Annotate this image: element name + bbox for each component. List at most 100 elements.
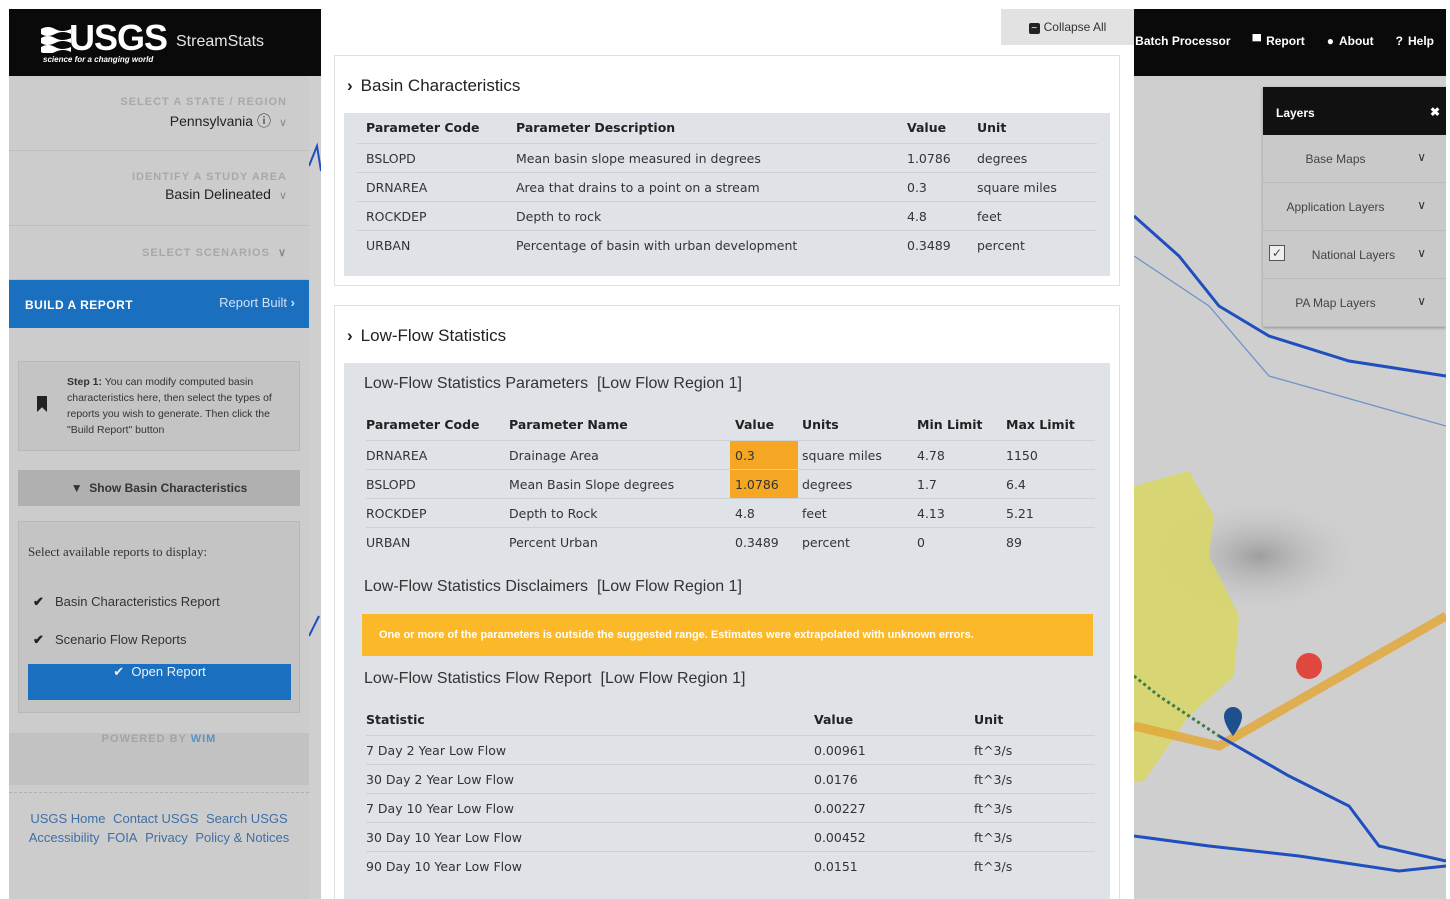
table-cell: 0.00452 xyxy=(814,830,866,845)
table-cell: 0.3489 xyxy=(907,238,951,253)
collapse-all-label: Collapse All xyxy=(1043,20,1107,34)
map-point-marker[interactable] xyxy=(1296,653,1322,679)
column-header: Statistic xyxy=(366,712,425,727)
study-area-value: Basin Delineated ∨ xyxy=(9,186,287,202)
table-cell: 1.0786 xyxy=(730,470,798,498)
layer-application[interactable]: Application Layers ∨ xyxy=(1263,183,1446,231)
chevron-down-icon: ▼ xyxy=(70,481,83,495)
table-cell: degrees xyxy=(977,151,1028,166)
table-cell: 0.0176 xyxy=(814,772,858,787)
bookmark-icon xyxy=(37,396,47,412)
column-header: Unit xyxy=(974,712,1004,727)
app-window: USGS science for a changing world Stream… xyxy=(9,9,1446,899)
stream-west-2 xyxy=(309,615,320,637)
nav-about-label: About xyxy=(1338,34,1374,48)
study-area-section[interactable]: IDENTIFY A STUDY AREA Basin Delineated ∨ xyxy=(9,151,309,226)
table-cell: BSLOPD xyxy=(366,477,416,492)
nav-about[interactable]: ● About xyxy=(1327,34,1374,48)
footer-link-search[interactable]: Search USGS xyxy=(206,811,288,826)
chevron-right-icon: › xyxy=(290,295,295,310)
study-area-label: IDENTIFY A STUDY AREA xyxy=(131,171,287,183)
report-option-basin[interactable]: ✔ Basin Characteristics Report xyxy=(33,594,220,610)
column-header: Value xyxy=(735,417,775,432)
column-header: Value xyxy=(814,712,854,727)
column-header: Parameter Code xyxy=(366,120,480,135)
disclaimers-subtitle: Low-Flow Statistics Disclaimers [Low Flo… xyxy=(364,578,742,596)
collapse-all-button[interactable]: − Collapse All xyxy=(1001,9,1134,45)
table-cell: Area that drains to a point on a stream xyxy=(516,180,760,195)
table-cell: feet xyxy=(977,209,1002,224)
table-cell: 6.4 xyxy=(1006,477,1026,492)
flow-report-subtitle: Low-Flow Statistics Flow Report [Low Flo… xyxy=(364,670,745,688)
table-cell: 5.21 xyxy=(1006,506,1034,521)
table-cell: 0.0151 xyxy=(814,859,858,874)
scenarios-label: SELECT SCENARIOS ∨ xyxy=(9,246,287,259)
column-header: Unit xyxy=(977,120,1007,135)
usgs-logo[interactable]: USGS science for a changing world xyxy=(41,17,168,65)
build-report-bar[interactable]: BUILD A REPORT Report Built › xyxy=(9,280,309,328)
params-region: [Low Flow Region 1] xyxy=(596,375,742,392)
stream-line-south xyxy=(1218,734,1446,863)
footer-link-foia[interactable]: FOIA xyxy=(107,830,137,845)
footer-link-usgs-home[interactable]: USGS Home xyxy=(30,811,105,826)
table-cell: Drainage Area xyxy=(509,448,599,463)
footer-link-privacy[interactable]: Privacy xyxy=(145,830,188,845)
table-cell: 1150 xyxy=(1006,448,1038,463)
wim-link[interactable]: WIM xyxy=(191,733,217,745)
column-header: Min Limit xyxy=(917,417,983,432)
chevron-down-icon: ∨ xyxy=(1417,294,1426,308)
powered-by-label: POWERED BY xyxy=(101,733,187,745)
range-warning: One or more of the parameters is outside… xyxy=(362,614,1093,656)
table-cell: URBAN xyxy=(366,238,411,253)
nav-batch-processor[interactable]: Batch Processor xyxy=(1135,34,1230,48)
footer-link-contact[interactable]: Contact USGS xyxy=(113,811,198,826)
table-row: ROCKDEP Depth to rock 4.8 feet xyxy=(357,201,1097,230)
logo-wordmark: USGS xyxy=(69,17,168,58)
basin-panel-header[interactable]: › Basin Characteristics xyxy=(347,76,520,96)
powered-by: POWERED BY WIM xyxy=(9,733,309,785)
layer-label: Base Maps xyxy=(1305,152,1366,166)
table-cell: Depth to Rock xyxy=(509,506,598,521)
nav-help[interactable]: ? Help xyxy=(1396,34,1434,48)
reports-title: Select available reports to display: xyxy=(28,544,208,559)
info-icon[interactable]: ⓘ xyxy=(257,113,271,129)
table-row: DRNAREA Drainage Area 0.3 square miles 4.78 1… xyxy=(366,440,1095,469)
select-state-section[interactable]: SELECT A STATE / REGION Pennsylvania ⓘ ∨ xyxy=(9,76,309,151)
table-cell: 7 Day 2 Year Low Flow xyxy=(366,743,507,758)
table-cell: 4.8 xyxy=(735,506,755,521)
check-circle-icon: ✔ xyxy=(113,664,125,679)
open-report-button[interactable]: ✔ Open Report xyxy=(28,664,291,700)
low-flow-panel-header[interactable]: › Low-Flow Statistics xyxy=(347,326,506,346)
step-instructions: Step 1: You can modify computed basin ch… xyxy=(18,361,300,451)
table-cell: square miles xyxy=(802,448,882,463)
footer-link-accessibility[interactable]: Accessibility xyxy=(29,830,100,845)
table-header-row: Statistic Value Unit xyxy=(366,705,1095,734)
report-option-scenario[interactable]: ✔ Scenario Flow Reports xyxy=(33,632,187,648)
table-cell: ROCKDEP xyxy=(366,209,427,224)
table-cell: DRNAREA xyxy=(366,180,428,195)
table-cell: 0.00227 xyxy=(814,801,866,816)
close-icon[interactable]: ✖ xyxy=(1430,105,1440,119)
layers-header: Layers ✖ xyxy=(1263,87,1446,135)
table-cell: 90 Day 10 Year Low Flow xyxy=(366,859,522,874)
layer-base-maps[interactable]: Base Maps ∨ xyxy=(1263,135,1446,183)
layer-national[interactable]: ✓ National Layers ∨ xyxy=(1263,231,1446,279)
table-cell: feet xyxy=(802,506,827,521)
layer-pa-map[interactable]: PA Map Layers ∨ xyxy=(1263,279,1446,327)
chevron-down-icon: ∨ xyxy=(277,247,287,259)
nav-report[interactable]: ▀ Report xyxy=(1253,34,1305,48)
flow-region: [Low Flow Region 1] xyxy=(600,670,746,687)
table-cell: Mean basin slope measured in degrees xyxy=(516,151,761,166)
report-built-status: Report Built › xyxy=(219,295,295,310)
table-row: ROCKDEP Depth to Rock 4.8 feet 4.13 5.21 xyxy=(366,498,1095,527)
scenarios-section[interactable]: SELECT SCENARIOS ∨ xyxy=(9,226,309,280)
footer-link-policy[interactable]: Policy & Notices xyxy=(195,830,289,845)
table-cell: 0.3489 xyxy=(735,535,779,550)
table-row: URBAN Percent Urban 0.3489 percent 0 89 xyxy=(366,527,1095,556)
table-row: BSLOPD Mean basin slope measured in degre… xyxy=(357,143,1097,172)
footer-links: USGS Home Contact USGS Search USGS Acces… xyxy=(9,792,309,847)
show-basin-label: Show Basin Characteristics xyxy=(89,481,248,495)
usgs-waves-icon xyxy=(41,27,71,53)
show-basin-characteristics-button[interactable]: ▼ Show Basin Characteristics xyxy=(18,470,300,506)
column-header: Parameter Description xyxy=(516,120,676,135)
